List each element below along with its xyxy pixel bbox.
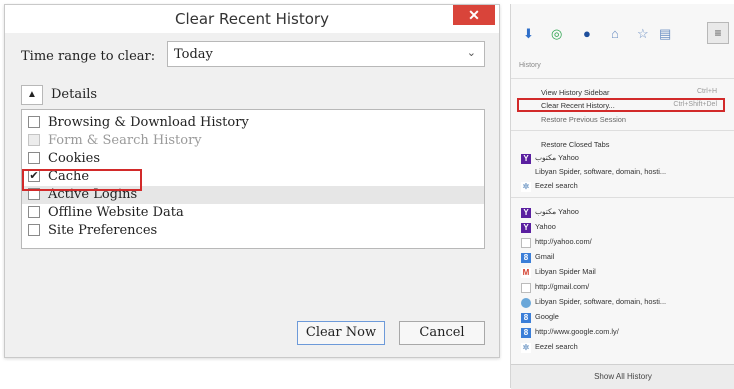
checkbox-item-form-search-history: Form & Search History	[22, 132, 484, 150]
download-icon[interactable]: ⬇	[523, 26, 534, 42]
divider	[511, 197, 734, 198]
history-item[interactable]: ✲ Eezel search	[521, 181, 731, 193]
history-item[interactable]: Y مكتوب Yahoo	[521, 207, 731, 219]
yahoo-icon: Y	[521, 208, 531, 218]
eezel-icon: ✲	[521, 182, 531, 192]
page-icon	[521, 238, 531, 248]
history-item[interactable]: M Libyan Spider Mail	[521, 267, 731, 279]
cancel-button[interactable]: Cancel	[399, 321, 485, 345]
dialog-titlebar: Clear Recent History ✕	[5, 5, 499, 33]
history-item[interactable]: Libyan Spider, software, domain, hosti..…	[521, 167, 731, 179]
history-item[interactable]: Y Yahoo	[521, 222, 731, 234]
show-all-history-button[interactable]: Show All History	[511, 364, 734, 389]
history-item-label: Libyan Spider, software, domain, hosti..…	[535, 167, 667, 176]
google-icon: 8	[521, 313, 531, 323]
details-toggle-button[interactable]: ▲	[21, 85, 43, 105]
menu-item-view-history-sidebar[interactable]: View History Sidebar	[541, 88, 609, 97]
checkbox[interactable]	[28, 224, 40, 236]
close-button[interactable]: ✕	[453, 5, 495, 25]
checkbox-item-offline-website-data[interactable]: Offline Website Data	[22, 204, 484, 222]
yahoo-icon: Y	[521, 154, 531, 164]
star-icon[interactable]: ☆	[637, 26, 649, 42]
history-item[interactable]: http://yahoo.com/	[521, 237, 731, 249]
history-item[interactable]: 8 Gmail	[521, 252, 731, 264]
clear-now-button[interactable]: Clear Now	[297, 321, 385, 345]
history-item[interactable]: 8 http://www.google.com.ly/	[521, 327, 731, 339]
menu-item-restore-closed-tabs[interactable]: Restore Closed Tabs	[541, 140, 609, 149]
clear-history-dialog: Clear Recent History ✕ Time range to cle…	[4, 4, 500, 358]
panel-header: History	[519, 62, 541, 69]
checkbox[interactable]	[28, 152, 40, 164]
time-range-select[interactable]: Today ⌄	[167, 41, 485, 67]
sync-icon[interactable]: ◎	[551, 26, 562, 42]
browser-toolbar: ⬇ ◎ ● ⌂ ☆ ▤ ≡	[511, 18, 734, 50]
close-icon: ✕	[468, 7, 480, 23]
divider	[511, 78, 734, 79]
checkbox-item-cookies[interactable]: Cookies	[22, 150, 484, 168]
history-item-label: Libyan Spider Mail	[535, 267, 596, 276]
checkbox[interactable]	[28, 116, 40, 128]
history-item[interactable]: Y مكتوب Yahoo	[521, 153, 731, 165]
history-item-label: http://www.google.com.ly/	[535, 327, 619, 336]
google-icon: 8	[521, 328, 531, 338]
pocket-icon[interactable]: ●	[583, 26, 591, 41]
history-item-label: مكتوب Yahoo	[535, 207, 579, 216]
spider-icon	[521, 298, 531, 308]
history-item[interactable]: Libyan Spider, software, domain, hosti..…	[521, 297, 731, 309]
checkbox-label: Browsing & Download History	[48, 115, 249, 130]
checkbox	[28, 134, 40, 146]
yahoo-icon: Y	[521, 223, 531, 233]
home-icon[interactable]: ⌂	[611, 26, 619, 41]
checkbox-label: Offline Website Data	[48, 205, 184, 220]
checkbox-item-site-preferences[interactable]: Site Preferences	[22, 222, 484, 240]
history-item[interactable]: http://gmail.com/	[521, 282, 731, 294]
cache-highlight-box	[22, 169, 142, 191]
history-item-label: Eezel search	[535, 181, 578, 190]
menu-item-restore-previous-session[interactable]: Restore Previous Session	[541, 115, 626, 124]
history-item-label: http://gmail.com/	[535, 282, 590, 291]
details-label: Details	[51, 87, 98, 102]
time-range-label: Time range to clear:	[21, 49, 156, 64]
divider	[511, 130, 734, 131]
history-item-label: Google	[535, 312, 559, 321]
history-item-label: Libyan Spider, software, domain, hosti..…	[535, 297, 667, 306]
history-item[interactable]: 8 Google	[521, 312, 731, 324]
history-item-label: Yahoo	[535, 222, 556, 231]
history-item-label: Eezel search	[535, 342, 578, 351]
checkbox-item-browsing-history[interactable]: Browsing & Download History	[22, 114, 484, 132]
mail-icon: M	[521, 268, 531, 278]
chevron-down-icon: ⌄	[466, 47, 476, 59]
checkbox-label: Cookies	[48, 151, 100, 166]
history-item-label: http://yahoo.com/	[535, 237, 592, 246]
bookmarks-icon[interactable]: ▤	[659, 26, 671, 42]
chevron-up-icon: ▲	[27, 89, 37, 100]
history-item-label: مكتوب Yahoo	[535, 153, 579, 162]
checkbox[interactable]	[28, 206, 40, 218]
clear-history-highlight-box	[517, 98, 725, 112]
dialog-title: Clear Recent History	[175, 10, 329, 28]
hamburger-menu-icon[interactable]: ≡	[707, 22, 729, 44]
checkbox-label: Form & Search History	[48, 133, 202, 148]
history-item-label: Gmail	[535, 252, 555, 261]
gmail-icon: 8	[521, 253, 531, 263]
time-range-value: Today	[174, 47, 213, 62]
shortcut-label: Ctrl+H	[696, 88, 717, 95]
history-item[interactable]: ✲ Eezel search	[521, 342, 731, 354]
page-icon	[521, 283, 531, 293]
checkbox-label: Site Preferences	[48, 223, 158, 238]
eezel-icon: ✲	[521, 343, 531, 353]
history-menu-panel: ⬇ ◎ ● ⌂ ☆ ▤ ≡ History View History Sideb…	[510, 4, 734, 389]
